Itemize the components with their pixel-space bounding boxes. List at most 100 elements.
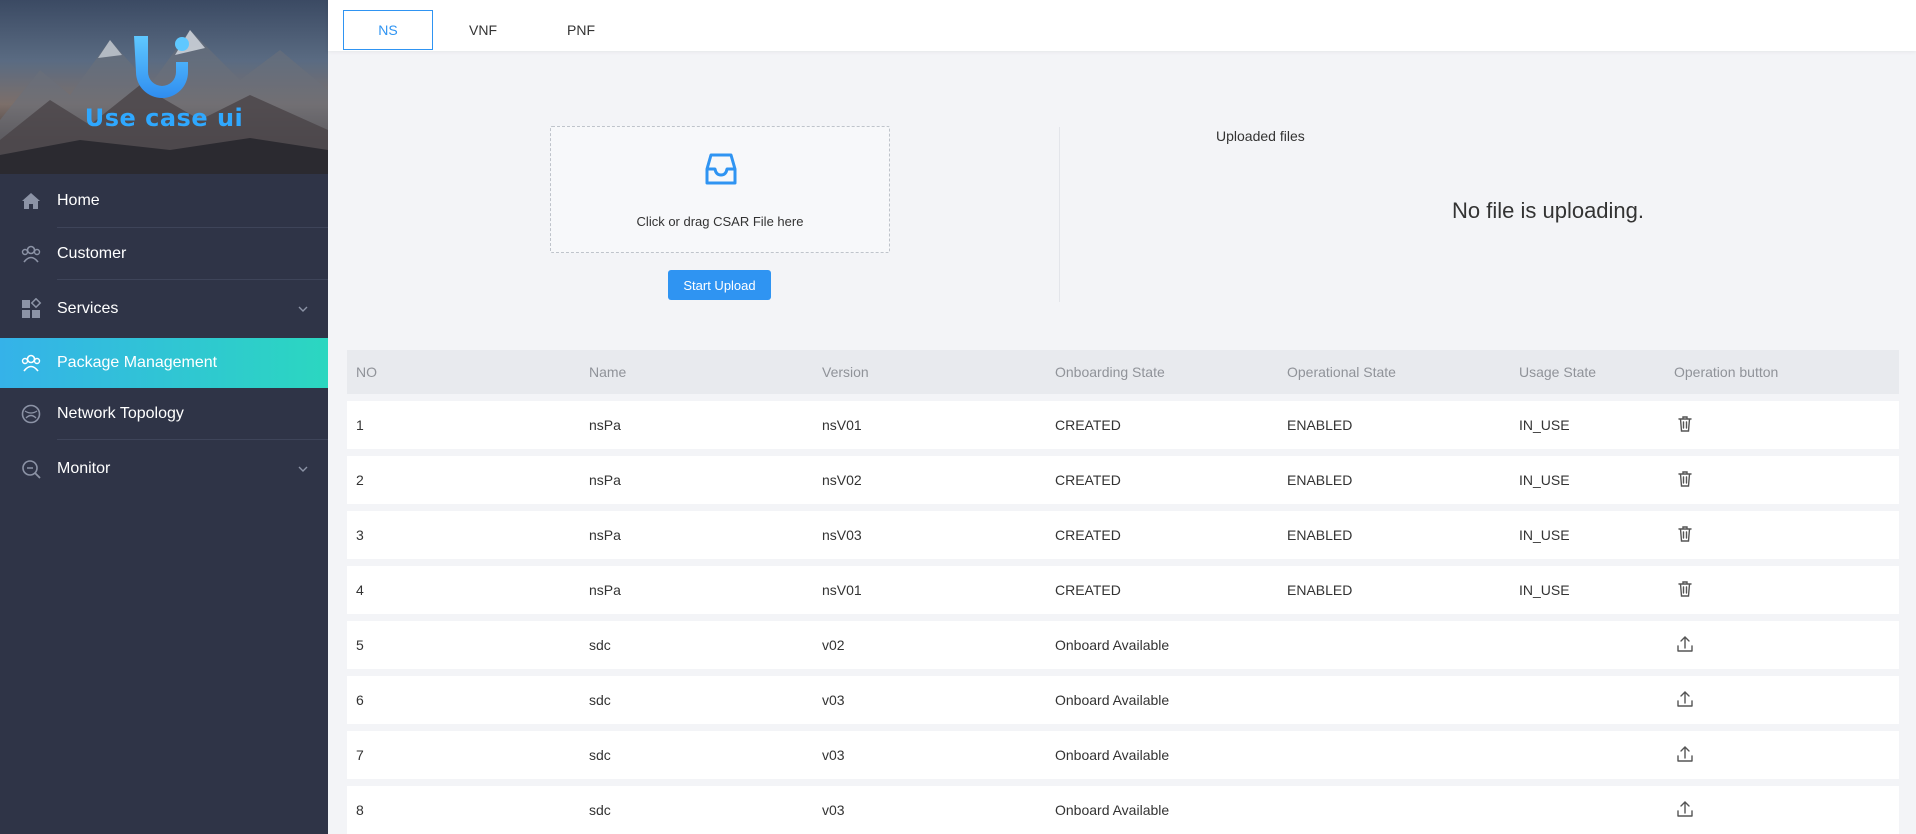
column-header: Onboarding State	[1055, 364, 1165, 380]
divider	[1059, 127, 1060, 302]
table-row: 5 sdc v02 Onboard Available	[347, 621, 1899, 669]
cell-onboarding: Onboard Available	[1055, 692, 1170, 708]
customer-icon	[21, 245, 41, 263]
services-icon	[22, 298, 42, 318]
logo-banner: Use case ui	[0, 0, 328, 174]
sidebar: Use case ui Home Customer Services Packa…	[0, 0, 328, 834]
cell-name: nsPa	[589, 472, 621, 488]
sidebar-item-home[interactable]: Home	[0, 174, 328, 228]
cell-version: nsV01	[822, 582, 862, 598]
csar-dropzone[interactable]: Click or drag CSAR File here	[550, 126, 890, 253]
home-icon	[22, 193, 40, 209]
delete-icon[interactable]	[1675, 469, 1695, 489]
cell-version: nsV01	[822, 417, 862, 433]
column-header: NO	[356, 364, 377, 380]
logo-text: Use case ui	[84, 104, 244, 132]
delete-icon[interactable]	[1675, 524, 1695, 544]
cell-name: sdc	[589, 747, 611, 763]
cell-version: nsV03	[822, 527, 862, 543]
upload-icon[interactable]	[1675, 689, 1695, 709]
cell-name: sdc	[589, 802, 611, 818]
upload-icon[interactable]	[1675, 799, 1695, 819]
table-body: 1 nsPa nsV01 CREATED ENABLED IN_USE 2 nsPa nsV02…	[347, 401, 1899, 834]
start-upload-button[interactable]: Start Upload	[668, 270, 771, 300]
table-row: 6 sdc v03 Onboard Available	[347, 676, 1899, 724]
cell-name: nsPa	[589, 582, 621, 598]
sidebar-item-label: Services	[57, 300, 119, 317]
cell-usage: IN_USE	[1519, 472, 1570, 488]
cell-no: 2	[356, 472, 364, 488]
column-header: Name	[589, 364, 627, 380]
cell-onboarding: CREATED	[1055, 417, 1121, 433]
uploaded-files-title: Uploaded files	[1216, 128, 1305, 144]
cell-onboarding: Onboard Available	[1055, 802, 1170, 818]
cell-version: v03	[822, 802, 845, 818]
tab-ns[interactable]: NS	[343, 10, 433, 50]
upload-icon[interactable]	[1675, 634, 1695, 654]
package-icon	[21, 354, 41, 372]
sidebar-item-network-topology[interactable]: Network Topology	[0, 388, 328, 440]
table-row: 7 sdc v03 Onboard Available	[347, 731, 1899, 779]
cell-no: 8	[356, 802, 364, 818]
sidebar-item-label: Home	[57, 192, 100, 209]
cell-no: 1	[356, 417, 364, 433]
cell-version: v02	[822, 637, 845, 653]
cell-onboarding: CREATED	[1055, 582, 1121, 598]
cell-usage: IN_USE	[1519, 582, 1570, 598]
chevron-down-icon	[298, 466, 308, 472]
column-header: Usage State	[1519, 364, 1597, 380]
topology-icon	[21, 404, 41, 424]
tab-bar: NS VNF PNF	[328, 0, 1916, 51]
logo-icon	[134, 36, 189, 98]
cell-usage: IN_USE	[1519, 527, 1570, 543]
column-header: Version	[822, 364, 869, 380]
cell-version: v03	[822, 692, 845, 708]
sidebar-item-label: Package Management	[57, 354, 218, 371]
inbox-icon	[705, 153, 737, 185]
table-row: 2 nsPa nsV02 CREATED ENABLED IN_USE	[347, 456, 1899, 504]
table-row: 8 sdc v03 Onboard Available	[347, 786, 1899, 834]
tab-pnf[interactable]: PNF	[536, 10, 626, 50]
cell-operational: ENABLED	[1287, 582, 1353, 598]
cell-name: nsPa	[589, 527, 621, 543]
monitor-icon	[22, 460, 41, 479]
cell-no: 3	[356, 527, 364, 543]
cell-no: 7	[356, 747, 364, 763]
sidebar-item-label: Monitor	[57, 460, 111, 477]
cell-operational: ENABLED	[1287, 417, 1353, 433]
cell-no: 5	[356, 637, 364, 653]
table-row: 1 nsPa nsV01 CREATED ENABLED IN_USE	[347, 401, 1899, 449]
sidebar-item-package-management[interactable]: Package Management	[0, 338, 328, 388]
cell-onboarding: Onboard Available	[1055, 637, 1170, 653]
cell-usage: IN_USE	[1519, 417, 1570, 433]
cell-no: 4	[356, 582, 364, 598]
upload-icon[interactable]	[1675, 744, 1695, 764]
column-header: Operation button	[1674, 364, 1779, 380]
sidebar-item-label: Customer	[57, 245, 127, 262]
cell-name: sdc	[589, 637, 611, 653]
table-row: 4 nsPa nsV01 CREATED ENABLED IN_USE	[347, 566, 1899, 614]
sidebar-item-monitor[interactable]: Monitor	[0, 440, 328, 498]
cell-operational: ENABLED	[1287, 527, 1353, 543]
no-file-message: No file is uploading.	[1452, 198, 1645, 223]
package-table: NO Name Version Onboarding State Operati…	[347, 350, 1899, 834]
delete-icon[interactable]	[1675, 579, 1695, 599]
cell-version: nsV02	[822, 472, 862, 488]
table-row: 3 nsPa nsV03 CREATED ENABLED IN_USE	[347, 511, 1899, 559]
cell-onboarding: CREATED	[1055, 527, 1121, 543]
sidebar-item-services[interactable]: Services	[0, 280, 328, 338]
cell-version: v03	[822, 747, 845, 763]
sidebar-item-customer[interactable]: Customer	[0, 228, 328, 280]
sidebar-item-label: Network Topology	[57, 405, 184, 422]
dropzone-text: Click or drag CSAR File here	[636, 214, 804, 229]
cell-onboarding: Onboard Available	[1055, 747, 1170, 763]
sidebar-menu: Home Customer Services Package Managemen…	[0, 174, 328, 498]
column-header: Operational State	[1287, 364, 1396, 380]
table-header: NO Name Version Onboarding State Operati…	[347, 350, 1899, 394]
cell-name: nsPa	[589, 417, 621, 433]
cell-name: sdc	[589, 692, 611, 708]
cell-no: 6	[356, 692, 364, 708]
delete-icon[interactable]	[1675, 414, 1695, 434]
tab-vnf[interactable]: VNF	[438, 10, 528, 50]
chevron-down-icon	[298, 306, 308, 312]
